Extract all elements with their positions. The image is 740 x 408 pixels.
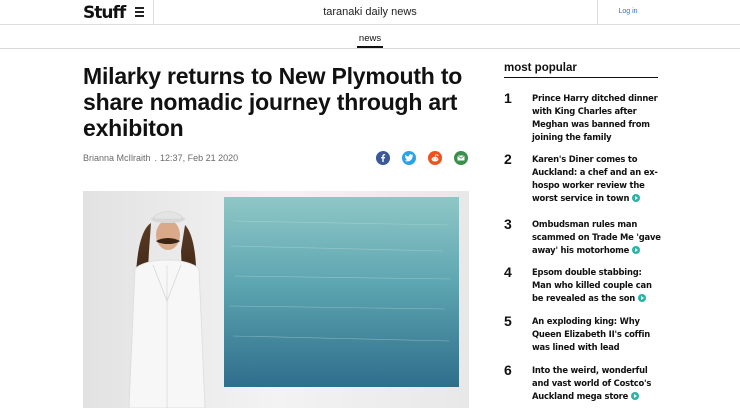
login-link[interactable]: Log in (598, 8, 658, 15)
popular-rank: 3 (504, 216, 512, 232)
popular-headline[interactable]: Prince Harry ditched dinner with King Ch… (532, 92, 662, 144)
popular-headline[interactable]: Ombudsman rules man scammed on Trade Me … (532, 218, 662, 257)
article-photo[interactable] (83, 191, 469, 408)
popular-rank: 1 (504, 90, 512, 106)
reddit-icon[interactable] (428, 151, 442, 165)
video-icon (638, 294, 647, 302)
artist-with-painting-image (83, 191, 469, 408)
popular-headline[interactable]: An exploding king: Why Queen Elizabeth I… (532, 315, 662, 354)
facebook-icon[interactable] (376, 151, 390, 165)
timestamp: 12:37, Feb 21 2020 (160, 153, 239, 163)
divider (504, 77, 658, 78)
author-name[interactable]: Brianna McIlraith (83, 153, 151, 163)
popular-headline[interactable]: Into the weird, wonderful and vast world… (532, 364, 662, 403)
video-icon (631, 392, 640, 400)
popular-rank: 5 (504, 313, 512, 329)
most-popular-heading: most popular (504, 62, 577, 74)
video-icon (632, 194, 641, 202)
video-icon (632, 246, 641, 254)
tab-news[interactable]: news (345, 33, 395, 46)
popular-rank: 4 (504, 264, 512, 280)
byline: Brianna McIlraith. 12:37, Feb 21 2020 (83, 153, 239, 163)
article-headline: Milarky returns to New Plymouth to share… (83, 63, 463, 141)
popular-headline[interactable]: Karen's Diner comes to Auckland: a chef … (532, 153, 662, 205)
email-icon[interactable] (454, 151, 468, 165)
top-bar: Stuff taranaki daily news Log in (0, 0, 740, 25)
twitter-icon[interactable] (402, 151, 416, 165)
active-tab-indicator (357, 46, 383, 48)
popular-headline[interactable]: Epsom double stabbing: Man who killed co… (532, 266, 662, 305)
popular-rank: 2 (504, 151, 512, 167)
popular-rank: 6 (504, 362, 512, 378)
